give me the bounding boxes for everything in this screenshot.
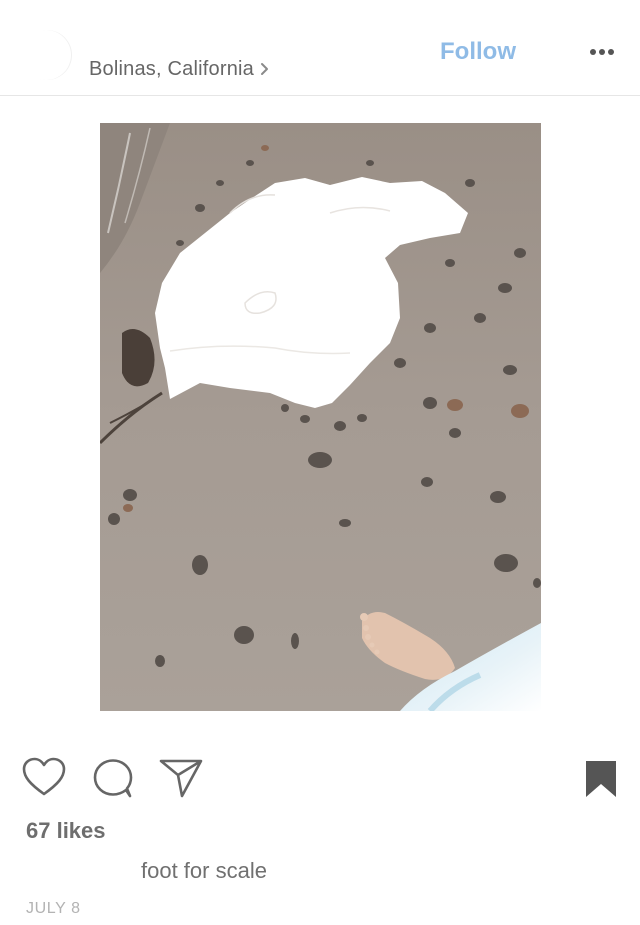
heart-icon bbox=[22, 757, 66, 796]
comment-icon bbox=[93, 759, 133, 798]
location-link[interactable]: Bolinas, California bbox=[89, 56, 273, 82]
post-header: Bolinas, California Follow bbox=[0, 0, 640, 96]
more-options-button[interactable] bbox=[586, 40, 618, 64]
bookmark-icon bbox=[586, 761, 616, 797]
post-actions bbox=[0, 745, 640, 811]
send-icon bbox=[159, 759, 203, 798]
follow-button[interactable]: Follow bbox=[440, 36, 516, 68]
chevron-right-icon bbox=[257, 59, 273, 79]
post-date: JULY 8 bbox=[26, 900, 81, 917]
save-button[interactable] bbox=[584, 759, 618, 799]
post-screen: Bolinas, California Follow 67 likes foot… bbox=[0, 0, 640, 925]
more-dots-icon bbox=[590, 49, 614, 55]
beach-photo bbox=[100, 123, 541, 711]
post-photo[interactable] bbox=[100, 123, 541, 711]
like-button[interactable] bbox=[22, 757, 66, 797]
likes-count[interactable]: 67 likes bbox=[26, 818, 106, 844]
share-button[interactable] bbox=[158, 757, 204, 799]
post-caption: foot for scale bbox=[141, 858, 267, 883]
comment-button[interactable] bbox=[91, 757, 135, 799]
avatar[interactable] bbox=[22, 30, 72, 80]
location-label: Bolinas, California bbox=[89, 57, 254, 80]
